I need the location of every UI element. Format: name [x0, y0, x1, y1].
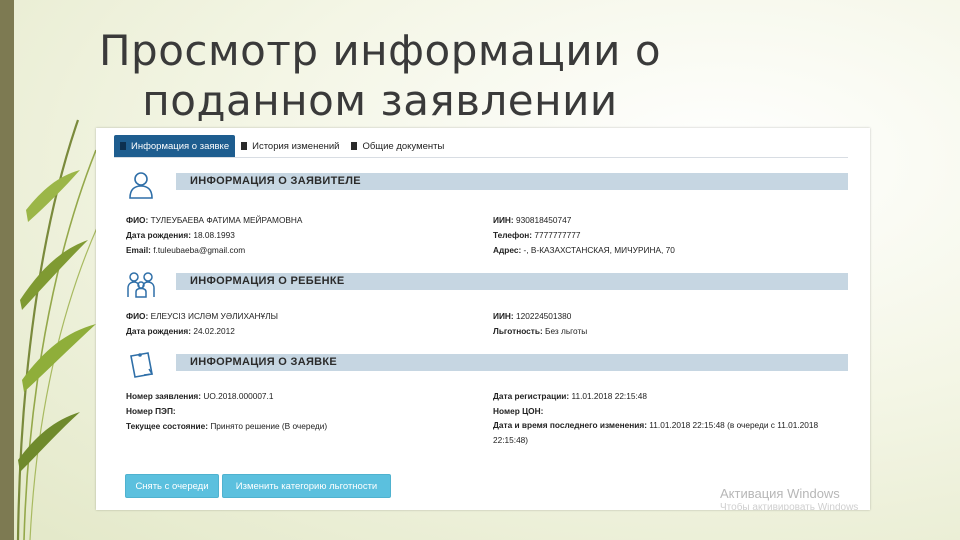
application-status: Текущее состояние: Принято решение (В оч…: [126, 421, 328, 431]
document-icon: [351, 142, 358, 150]
user-icon: [129, 172, 153, 199]
child-dob: Дата рождения: 24.02.2012: [126, 326, 235, 336]
note-icon: [130, 352, 154, 378]
tab-label: Общие документы: [362, 140, 445, 152]
applicant-fio: ФИО: ТУЛЕУБАЕВА ФАТИМА МЕЙРАМОВНА: [126, 215, 303, 225]
application-con-number: Номер ЦОН:: [493, 406, 544, 416]
application-number: Номер заявления: UO.2018.000007.1: [126, 391, 274, 401]
applicant-iin: ИИН: 930818450747: [493, 215, 572, 225]
tab-label: История изменений: [252, 140, 340, 152]
windows-activation-watermark-subtext: Чтобы активировать Windows: [720, 503, 859, 510]
applicant-email: Email: f.tuleubaeba@gmail.com: [126, 245, 246, 255]
application-pep: Номер ПЭП:: [126, 406, 176, 416]
child-iin: ИИН: 120224501380: [493, 311, 572, 321]
tab-label: Информация о заявке: [131, 140, 230, 152]
applicant-phone: Телефон: 7777777777: [493, 230, 581, 240]
change-benefit-category-button[interactable]: Изменить категорию льготности: [222, 474, 391, 498]
windows-activation-watermark: Активация Windows: [720, 486, 840, 501]
family-icon: [127, 272, 155, 298]
slide-title-line1: Просмотр информации о: [98, 26, 662, 75]
child-fio: ФИО: ЕЛЕУСІЗ ИСЛӘМ УӘЛИХАНҰЛЫ: [126, 311, 278, 321]
tab-application-info[interactable]: Информация о заявке: [114, 135, 236, 157]
tab-bar: Информация о заявке История изменений Об…: [114, 135, 848, 158]
tab-change-history[interactable]: История изменений: [235, 135, 345, 157]
applicant-dob: Дата рождения: 18.08.1993: [126, 230, 235, 240]
document-icon: [120, 142, 126, 150]
dequeue-button[interactable]: Снять с очереди: [125, 474, 219, 498]
application-section-header: ИНФОРМАЦИЯ О ЗАЯВКЕ: [176, 354, 848, 371]
child-benefit: Льготность: Без льготы: [493, 326, 588, 336]
application-panel: Информация о заявке История изменений Об…: [96, 128, 870, 510]
tab-common-documents[interactable]: Общие документы: [345, 135, 450, 157]
slide-title-line2: поданном заявлении: [142, 76, 618, 125]
application-reg-date: Дата регистрации: 11.01.2018 22:15:48: [493, 391, 647, 401]
application-last-change: Дата и время последнего изменения: 11.01…: [493, 420, 819, 445]
child-section-header: ИНФОРМАЦИЯ О РЕБЕНКЕ: [176, 273, 848, 290]
document-icon: [241, 142, 248, 150]
slide-title: Просмотр информации о поданном заявлении: [60, 26, 700, 126]
applicant-section-header: ИНФОРМАЦИЯ О ЗАЯВИТЕЛЕ: [176, 173, 848, 190]
applicant-address: Адрес: -, В-КАЗАХСТАНСКАЯ, МИЧУРИНА, 70: [493, 245, 675, 255]
